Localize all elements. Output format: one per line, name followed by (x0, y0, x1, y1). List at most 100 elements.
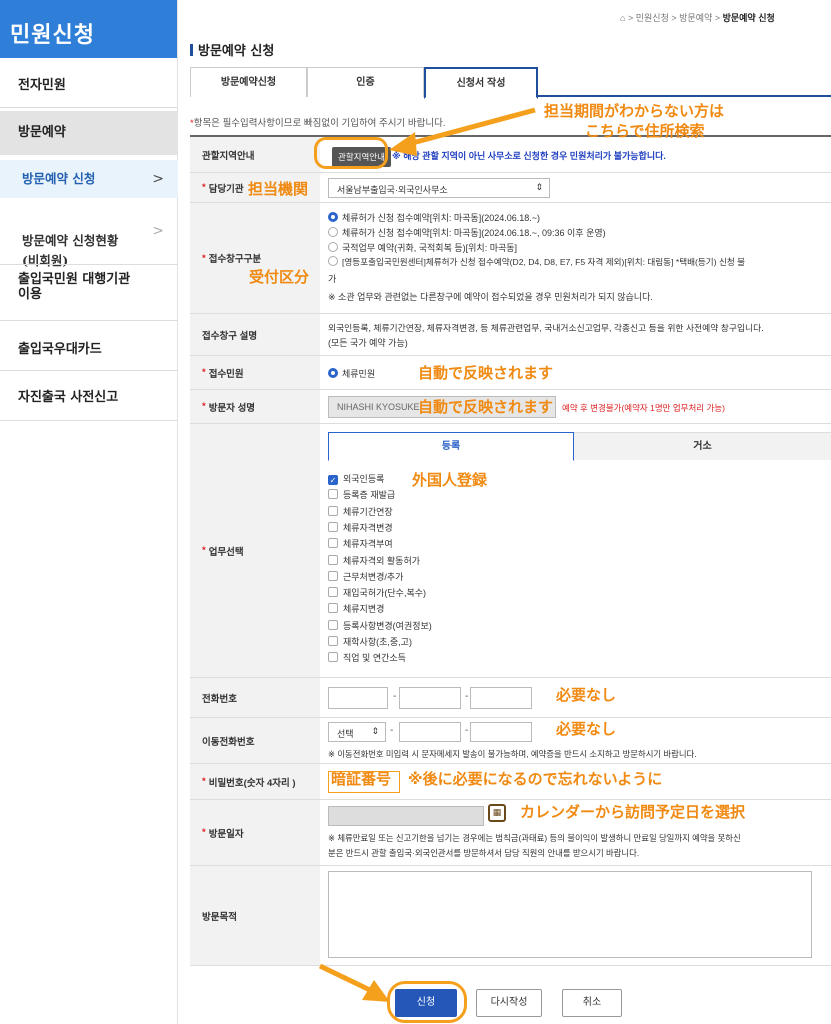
field-label: 업무선택 (208, 546, 244, 558)
annotation-text: 外国人登録 (412, 472, 488, 489)
work-option[interactable]: 체류지변경 (328, 602, 384, 615)
checkbox-icon (328, 521, 338, 532)
annotation-text: 暗証番号 (331, 771, 392, 788)
work-option-label: 외국인등록 (343, 474, 385, 484)
visit-date-note: ※ 체류만료일 또는 신고기한을 넘기는 경우에는 범칙금(과태료) 등의 불이… (328, 833, 741, 843)
breadcrumb-item[interactable]: 민원신청 (636, 13, 669, 23)
work-option-label: 체류자격변경 (343, 522, 393, 533)
phone-field-3[interactable] (470, 687, 532, 709)
counter-option-1[interactable]: 체류허가 신청 접수예약[위치: 마곡동](2024.06.18.~) (328, 211, 540, 224)
sidebar-item-agency[interactable]: 출입국민원 대행기관 이용 (0, 272, 178, 316)
counter-option-4-cont: 가 (328, 274, 337, 284)
main-content: ⌂ > 민원신청 > 방문예약 > 방문예약 신청 방문예약 신청 방문예약신청… (190, 0, 831, 1024)
sidebar-item-visit-reservation[interactable]: 방문예약 (0, 111, 178, 155)
checkbox-icon (328, 636, 338, 646)
annotation-arrow-icon (318, 963, 390, 1002)
row-work-select: * 업무선택 등록 거소 ✓ 외국인등록 등록증 재발급 체류기간연장 체류자격변경 체류자… (190, 424, 831, 678)
work-option[interactable]: 직업 및 연간소득 (328, 651, 406, 664)
agency-select[interactable]: 서울남부출입국·외국인사무소 ⇕ (328, 178, 550, 198)
sidebar-item-visit-status[interactable]: 방문예약 신청현황 (비회원) > (0, 205, 178, 268)
work-option[interactable]: 등록증 재발급 (328, 488, 395, 501)
checkbox-icon (328, 619, 338, 630)
phone-field-1[interactable] (328, 687, 388, 709)
counter-option-4[interactable]: [영등포출입국민원센터]체류허가 신청 접수예약(D2, D4, D8, E7,… (328, 256, 745, 268)
annotation-text: ※後に必要になるので忘れないように (408, 771, 663, 788)
breadcrumb: ⌂ > 민원신청 > 방문예약 > 방문예약 신청 (620, 13, 775, 23)
visit-date-note-2: 분은 반드시 관할 출입국·외국인관서를 방문하셔서 담당 직원의 안내를 받으… (328, 848, 640, 858)
work-option[interactable]: 재학사항(초,중,고) (328, 635, 412, 648)
page-title: 방문예약 신청 (190, 40, 274, 59)
work-option-label: 체류자격외 활동허가 (343, 555, 421, 566)
highlight-ring (314, 137, 388, 169)
work-option[interactable]: 등록사항변경(여권정보) (328, 619, 432, 632)
field-label: 방문자 성명 (208, 402, 256, 414)
work-option-label: 등록증 재발급 (343, 490, 396, 501)
work-option[interactable]: ✓ 외국인등록 (328, 472, 384, 485)
mobile-note: ※ 이동전화번호 미입력 시 문자메세지 발송이 불가능하며, 예약증을 반드시… (328, 749, 697, 759)
annotation-text: カレンダーから訪問予定日を選択 (520, 804, 746, 821)
work-option-label: 등록사항변경(여권정보) (343, 620, 432, 631)
field-label: 비밀번호(숫자 4자리 ) (208, 777, 296, 789)
radio-icon (328, 227, 338, 237)
field-label: 전화번호 (190, 678, 320, 717)
row-purpose: 방문목적 (190, 866, 831, 966)
mobile-prefix-select[interactable]: 선택 ⇕ (328, 722, 386, 742)
tab-form[interactable]: 신청서 작성 (424, 67, 538, 99)
calendar-icon[interactable]: ▦ (488, 804, 506, 822)
chevron-right-icon: > (152, 223, 164, 239)
radio-icon (328, 256, 338, 266)
mobile-field-2[interactable] (399, 722, 461, 742)
work-option-label: 체류기간연장 (343, 506, 393, 517)
annotation-text: 自動で反映されます (418, 399, 554, 416)
sidebar-item-visit-apply[interactable]: 방문예약 신청 > (0, 160, 178, 198)
work-option[interactable]: 재입국허가(단수,복수) (328, 586, 426, 599)
radio-icon (328, 242, 338, 252)
mobile-field-3[interactable] (470, 722, 532, 742)
counter-desc-note: (모든 국가 예약 가능) (328, 338, 408, 348)
subtab-residence[interactable]: 거소 (574, 432, 831, 460)
select-arrow-icon: ⇕ (371, 726, 379, 736)
annotation-text: 受付区分 (249, 269, 310, 286)
annotation-arrow-icon (389, 107, 536, 156)
applicant-option[interactable]: 체류민원 (328, 367, 375, 380)
purpose-textarea[interactable] (328, 871, 812, 958)
phone-field-2[interactable] (399, 687, 461, 709)
sidebar-item-e-civil[interactable]: 전자민원 (0, 74, 178, 98)
work-option[interactable]: 체류자격외 활동허가 (328, 554, 420, 567)
work-option[interactable]: 체류기간연장 (328, 505, 393, 518)
work-option[interactable]: 체류자격변경 (328, 521, 393, 534)
row-phone: 전화번호 - - (190, 678, 831, 718)
checkbox-icon (328, 570, 338, 581)
home-icon[interactable]: ⌂ (620, 13, 625, 23)
breadcrumb-item[interactable]: 방문예약 (679, 13, 712, 23)
work-option[interactable]: 근무처변경/추가 (328, 570, 403, 583)
subtab-register[interactable]: 등록 (328, 432, 574, 461)
checkbox-icon (328, 505, 338, 516)
counter-option-3[interactable]: 국적업무 예약(귀화, 국적회복 등)[위치: 마곡동] (328, 241, 517, 254)
field-label: 접수민원 (208, 368, 244, 380)
work-option-label: 직업 및 연간소득 (343, 653, 406, 664)
cancel-button[interactable]: 취소 (562, 989, 622, 1017)
annotation-text: 担当期間がわからない方は (544, 103, 725, 120)
counter-option-2[interactable]: 체류허가 신청 접수예약[위치: 마곡동](2024.06.18.~, 09:3… (328, 226, 606, 239)
work-option[interactable]: 체류자격부여 (328, 537, 393, 550)
tab-auth[interactable]: 인증 (307, 67, 424, 97)
work-option-label: 재입국허가(단수,복수) (343, 588, 427, 599)
tab-visit-apply[interactable]: 방문예약신청 (190, 67, 307, 97)
reset-button[interactable]: 다시작성 (476, 989, 542, 1017)
select-arrow-icon: ⇕ (535, 182, 543, 192)
field-label: 방문목적 (190, 866, 320, 965)
sidebar-item-priority-card[interactable]: 출입국우대카드 (0, 338, 178, 362)
sidebar-item-voluntary-departure[interactable]: 자진출국 사전신고 (0, 386, 178, 410)
row-mobile: 이동전화번호 선택 ⇕ - - ※ 이동전화번호 미입력 시 문자메세지 발송이 … (190, 718, 831, 764)
annotation-text: 必要なし (556, 721, 617, 738)
checkbox-icon (328, 603, 338, 614)
work-option-label: 재학사항(초,중,고) (343, 637, 412, 647)
sidebar: 민원신청 전자민원 방문예약 방문예약 신청 > 방문예약 신청현황 (비회원)… (0, 0, 178, 1024)
sidebar-title: 민원신청 (0, 0, 177, 58)
checkbox-icon (328, 489, 338, 500)
visit-date-field[interactable] (328, 806, 484, 826)
row-counter-desc: 접수창구 설명 외국인등록, 체류기간연장, 체류자격변경, 등 체류관련업무,… (190, 314, 831, 356)
checkbox-icon (328, 538, 338, 549)
field-label: 방문일자 (208, 828, 244, 840)
